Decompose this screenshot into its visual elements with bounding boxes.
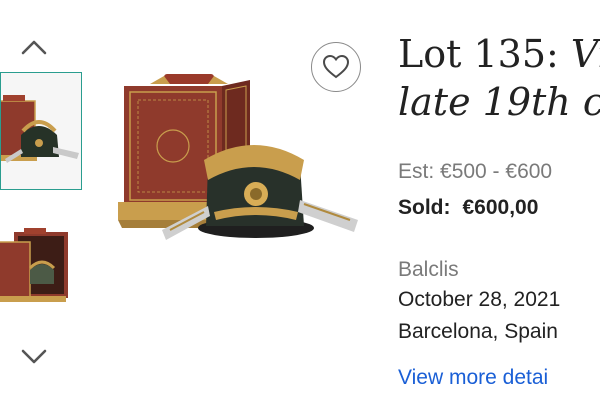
chevron-down-icon [21,349,47,364]
estimate-text: Est: €500 - €600 [398,160,553,183]
heart-icon [322,54,350,79]
lot-title-text-1: Vi [570,32,600,76]
thumbnail-2[interactable] [0,212,82,330]
thumbnail-next-button[interactable] [17,344,51,370]
favorite-button[interactable] [311,42,361,92]
auction-date: October 28, 2021 [398,288,561,311]
auction-house-name: Balclis [398,258,459,281]
lot-title-text-2: late 19th ce [398,80,600,124]
chevron-up-icon [21,40,47,55]
thumbnail-1[interactable] [0,72,82,190]
sold-amount: €600,00 [462,196,539,219]
auction-location: Barcelona, Spain [398,320,558,343]
sold-price: Sold: €600,00 [398,196,538,220]
view-more-details-link[interactable]: View more detai [398,366,548,390]
lot-title-line-1: Lot 135: Vi [398,30,600,78]
thumbnail-1-image [1,73,81,189]
lot-title: Lot 135: Vi late 19th ce [398,30,600,126]
thumbnail-column [0,0,90,400]
thumbnail-2-image [0,212,82,330]
sold-label: Sold: [398,196,451,219]
thumbnail-prev-button[interactable] [17,34,51,60]
lot-number: Lot 135: [398,32,571,76]
